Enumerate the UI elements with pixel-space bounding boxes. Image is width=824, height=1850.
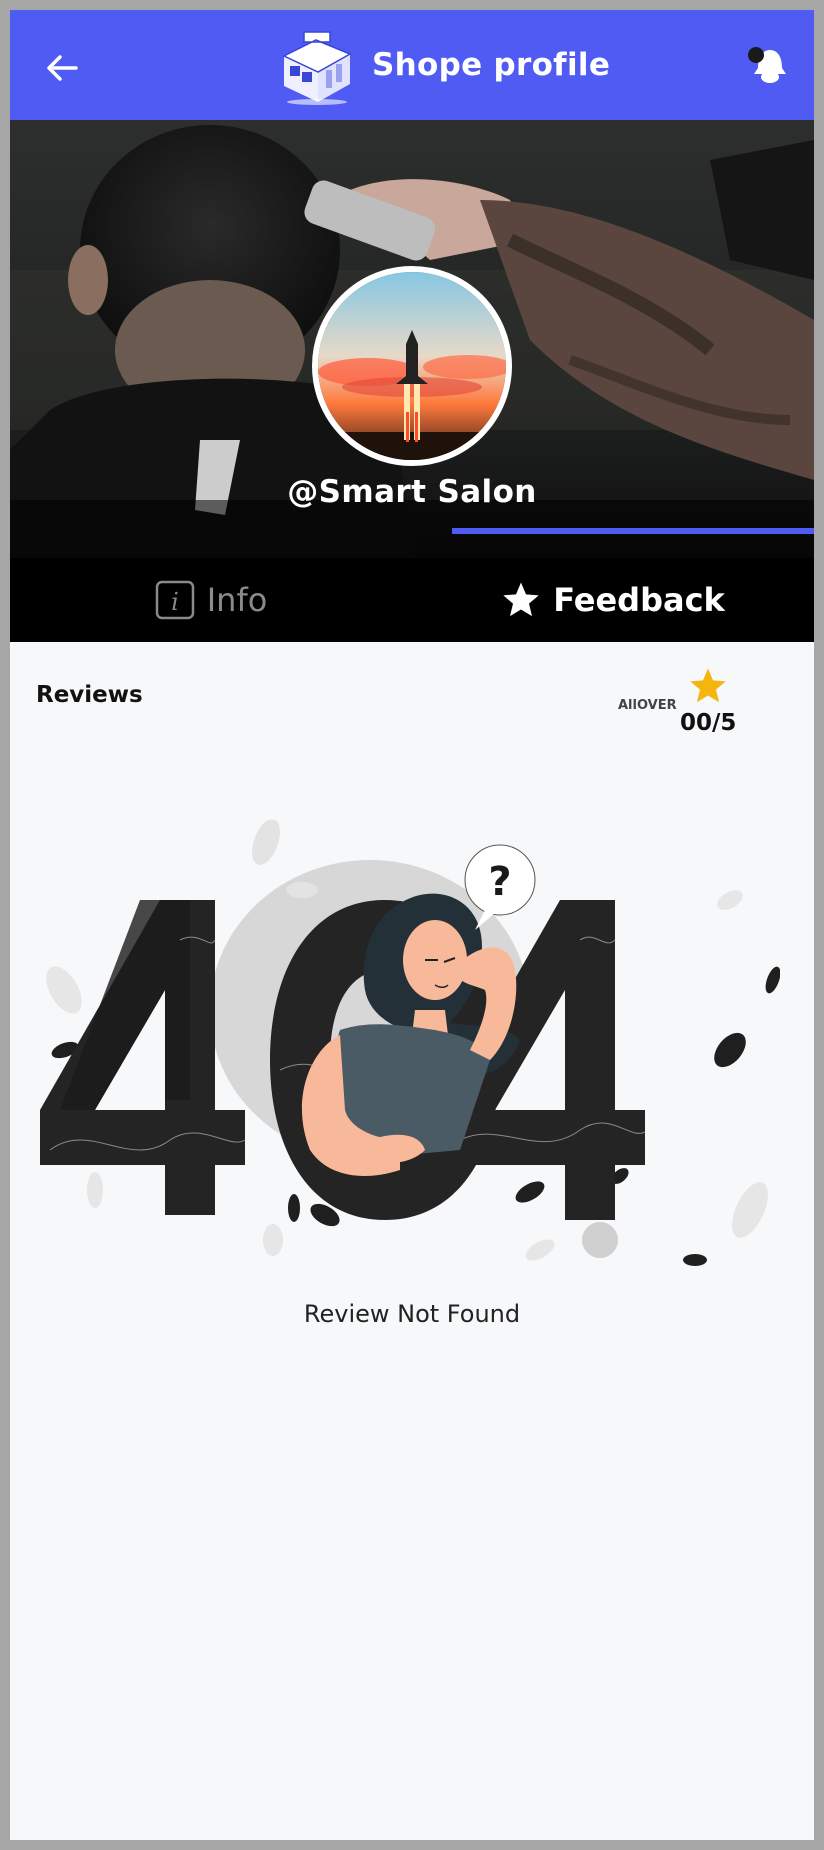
tab-info-label: Info <box>206 581 268 619</box>
overall-rating-value: 00/5 <box>680 710 737 736</box>
tab-info[interactable]: i Info <box>10 558 412 642</box>
profile-tabs: i Info Feedback <box>10 558 814 642</box>
star-icon <box>503 582 539 617</box>
page-title: Shope profile <box>372 47 611 83</box>
bell-icon <box>748 47 786 83</box>
back-button[interactable] <box>34 40 90 96</box>
app-screen: Shope profile @Smart Salon i Info Feedba… <box>10 10 814 1840</box>
app-header: Shope profile <box>10 10 814 120</box>
tab-feedback[interactable]: Feedback <box>412 558 814 642</box>
tab-feedback-label: Feedback <box>553 581 725 619</box>
empty-reviews-message: Review Not Found <box>303 1300 521 1328</box>
notification-button[interactable] <box>744 40 794 90</box>
rocket-launch-image <box>318 272 506 460</box>
shop-avatar <box>312 266 512 466</box>
shop-logo-icon <box>282 31 352 105</box>
not-found-404-illustration: ? <box>40 820 780 1266</box>
info-icon: i <box>155 580 194 620</box>
active-tab-indicator <box>452 528 814 534</box>
shop-username: @Smart Salon <box>287 474 537 510</box>
reviews-heading: Reviews <box>36 682 143 708</box>
svg-text:?: ? <box>488 859 511 905</box>
overall-label: AllOVER <box>618 698 677 713</box>
arrow-left-icon <box>47 55 78 81</box>
profile-banner: @Smart Salon i Info Feedback <box>10 120 814 642</box>
rating-star-icon <box>690 668 726 703</box>
svg-text:i: i <box>171 588 179 616</box>
